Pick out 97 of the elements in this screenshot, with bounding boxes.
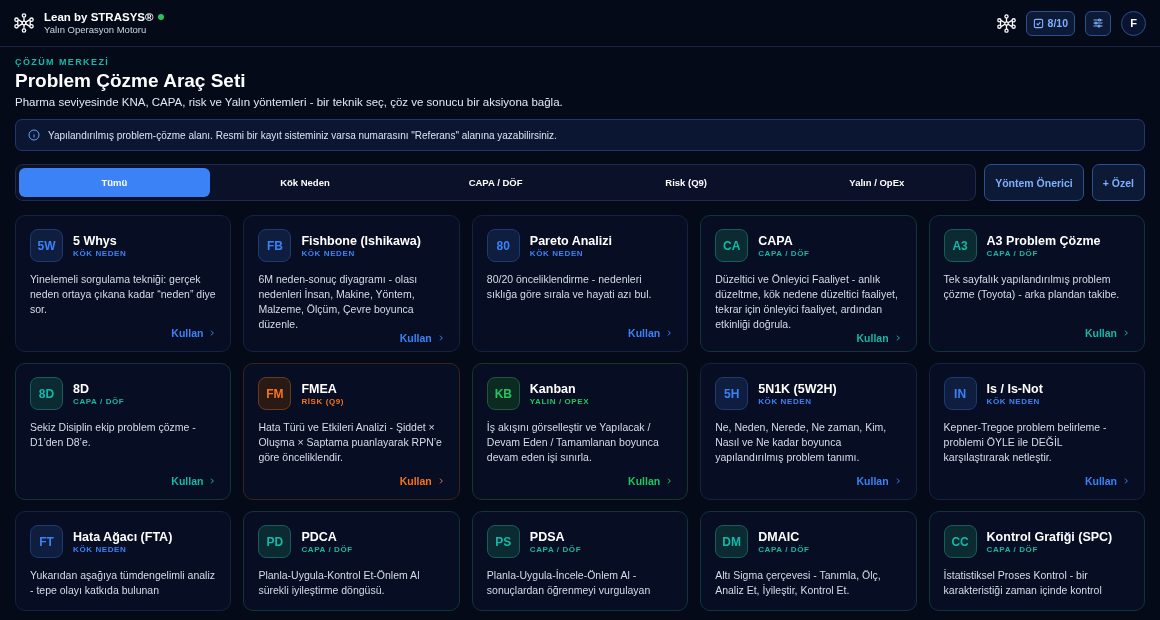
- page-title: Problem Çözme Araç Seti: [15, 70, 247, 92]
- tool-description: İstatistiksel Proses Kontrol - bir karakteristiği zaman içinde kontrol: [943, 568, 1103, 598]
- filter-tab[interactable]: Kök Neden: [209, 168, 401, 197]
- use-link[interactable]: Kullan: [856, 475, 902, 487]
- tool-name: FMEA: [301, 381, 338, 396]
- tool-category: KÖK NEDEN: [758, 396, 813, 406]
- network-logo-icon: [14, 13, 34, 33]
- filter-tab[interactable]: Tümü: [19, 168, 210, 197]
- use-link[interactable]: Kullan: [1084, 475, 1130, 487]
- tool-code-badge: 8D: [30, 377, 63, 410]
- tool-category: KÖK NEDEN: [986, 396, 1041, 406]
- tool-description: Tek sayfalık yapılandırılmış problem çözme (Toyota) - arka plandan takibe.: [943, 272, 1121, 302]
- tool-code-badge: CC: [943, 525, 977, 558]
- tool-category: CAPA / DÖF: [758, 248, 810, 258]
- tool-name: PDSA: [529, 529, 566, 544]
- tool-name: Is / Is-Not: [986, 381, 1043, 396]
- sliders-icon: [1092, 17, 1104, 29]
- tool-category: KÖK NEDEN: [301, 248, 356, 258]
- section-eyebrow: ÇÖZÜM MERKEZİ: [15, 57, 111, 67]
- brand-name: Lean by STRASYS®: [44, 11, 154, 23]
- tool-description: Yinelemeli sorgulama tekniği: gerçek neden ortaya çıkana kadar “neden” diye sor.: [30, 272, 217, 317]
- chevron-right-icon: [208, 329, 217, 337]
- tool-name: Kanban: [529, 381, 577, 396]
- tool-description: Sekiz Disiplin ekip problem çözme - D1’den D8’e.: [30, 420, 197, 450]
- tool-code-badge: FM: [258, 377, 292, 410]
- tool-category: CAPA / DÖF: [758, 544, 810, 554]
- action-button[interactable]: Yöntem Önerici: [984, 164, 1084, 201]
- tool-name: DMAIC: [758, 529, 801, 544]
- tool-category: RİSK (Q9): [301, 396, 345, 406]
- use-link[interactable]: Kullan: [856, 332, 902, 344]
- info-text: Yapılandırılmış problem-çözme alanı. Resmi bir kayıt sisteminiz varsa numarasını "Referans" alanına yazabilirsiniz.: [48, 129, 557, 141]
- tool-name: 8D: [73, 381, 90, 396]
- tool-category: CAPA / DÖF: [301, 544, 353, 554]
- tool-code-badge: 5W: [30, 229, 63, 262]
- tool-description: Hata Türü ve Etkileri Analizi - Şiddet × Oluşma × Saptama puanlayarak RPN’e göre önceliklendir.: [258, 420, 443, 465]
- tool-name: PDCA: [301, 529, 338, 544]
- tool-description: Düzeltici ve Önleyici Faaliyet - anlık düzeltme, kök nedene düzeltici faaliyet, tekrar için önleyici faaliyet, ardından etkinliği doğrula.: [715, 272, 899, 332]
- filter-tab[interactable]: CAPA / DÖF: [400, 168, 591, 197]
- tool-code-badge: DM: [715, 525, 749, 558]
- tool-description: Kepner-Tregoe problem belirleme - problemi ÖYLE ile DEĞİL karşılaştırarak netleştir.: [943, 420, 1108, 465]
- tool-code-badge: 80: [486, 229, 520, 262]
- tool-code-badge: IN: [943, 377, 977, 410]
- tool-category: YALIN / OPEX: [529, 396, 590, 406]
- use-link[interactable]: Kullan: [171, 327, 217, 339]
- user-avatar[interactable]: F: [1121, 10, 1146, 36]
- tool-category: KÖK NEDEN: [529, 248, 585, 258]
- tool-name: Pareto Analizi: [529, 233, 612, 248]
- use-link[interactable]: Kullan: [628, 475, 674, 487]
- network-icon: [996, 13, 1016, 33]
- tool-description: Planla-Uygula-Kontrol Et-Önlem Al sürekli iyileştirme döngüsü.: [258, 568, 421, 598]
- tool-name: A3 Problem Çözme: [986, 233, 1101, 248]
- checklist-icon: [1032, 17, 1044, 29]
- use-link[interactable]: Kullan: [399, 475, 445, 487]
- tool-category: CAPA / DÖF: [529, 544, 582, 554]
- tool-code-badge: PS: [486, 525, 520, 558]
- tool-description: 80/20 önceliklendirme - nedenleri sıklığa göre sırala ve hayati azı bul.: [486, 272, 653, 302]
- tool-code-badge: 5H: [715, 377, 749, 410]
- tool-name: Kontrol Grafiği (SPC): [986, 529, 1113, 544]
- chevron-right-icon: [665, 477, 674, 485]
- tool-category: CAPA / DÖF: [986, 248, 1039, 258]
- tool-code-badge: CA: [715, 229, 749, 262]
- use-link[interactable]: Kullan: [171, 475, 217, 487]
- task-count-button[interactable]: 8/10: [1025, 10, 1075, 36]
- chevron-right-icon: [1122, 477, 1130, 485]
- tool-description: İş akışını görselleştir ve Yapılacak / Devam Eden / Tamamlanan boyunca devam eden işi sınırla.: [486, 420, 660, 465]
- tool-name: 5N1K (5W2H): [758, 381, 837, 396]
- chevron-right-icon: [1122, 329, 1130, 337]
- tool-code-badge: KB: [486, 377, 520, 410]
- tool-code-badge: FT: [30, 525, 63, 558]
- action-button[interactable]: + Özel: [1091, 164, 1145, 201]
- filter-button[interactable]: [1085, 10, 1111, 36]
- tool-description: 6M neden-sonuç diyagramı - olası nedenleri İnsan, Makine, Yöntem, Malzeme, Ölçüm, Çevre boyunca düzenle.: [258, 272, 419, 332]
- tool-description: Ne, Neden, Nerede, Ne zaman, Kim, Nasıl ve Ne kadar boyunca yapılandırılmış problem tanımı.: [715, 420, 888, 465]
- tool-description: Altı Sigma çerçevesi - Tanımla, Ölç, Analiz Et, İyileştir, Kontrol Et.: [715, 568, 882, 598]
- use-link[interactable]: Kullan: [399, 332, 445, 344]
- use-link[interactable]: Kullan: [1084, 327, 1130, 339]
- tool-category: KÖK NEDEN: [73, 248, 127, 258]
- tool-code-badge: FB: [258, 229, 292, 262]
- tool-name: Hata Ağacı (FTA): [73, 529, 173, 544]
- tool-name: 5 Whys: [73, 233, 118, 248]
- tool-category: CAPA / DÖF: [986, 544, 1039, 554]
- brand-subtitle: Yalın Operasyon Motoru: [44, 24, 148, 35]
- tool-name: CAPA: [758, 233, 794, 248]
- filter-tab[interactable]: Risk (Q9): [590, 168, 782, 197]
- chevron-right-icon: [665, 329, 674, 337]
- chevron-right-icon: [208, 477, 217, 485]
- tool-code-badge: A3: [943, 229, 977, 262]
- filter-tab[interactable]: Yalın / OpEx: [781, 168, 973, 197]
- tool-name: Fishbone (Ishikawa): [301, 233, 421, 248]
- tool-code-badge: PD: [258, 525, 292, 558]
- tool-description: Yukarıdan aşağıya tümdengelimli analiz - tepe olayı katkıda bulunan: [30, 568, 217, 598]
- tool-description: Planla-Uygula-İncele-Önlem Al - sonuçlardan öğrenmeyi vurgulayan: [486, 568, 652, 598]
- use-link[interactable]: Kullan: [628, 327, 674, 339]
- info-icon: [28, 129, 40, 141]
- tool-category: KÖK NEDEN: [73, 544, 128, 554]
- tool-category: CAPA / DÖF: [73, 396, 125, 406]
- page-subtitle: Pharma seviyesinde KNA, CAPA, risk ve Yalın yöntemleri - bir teknik seç, çöz ve sonucu bir aksiyona bağla.: [15, 96, 564, 108]
